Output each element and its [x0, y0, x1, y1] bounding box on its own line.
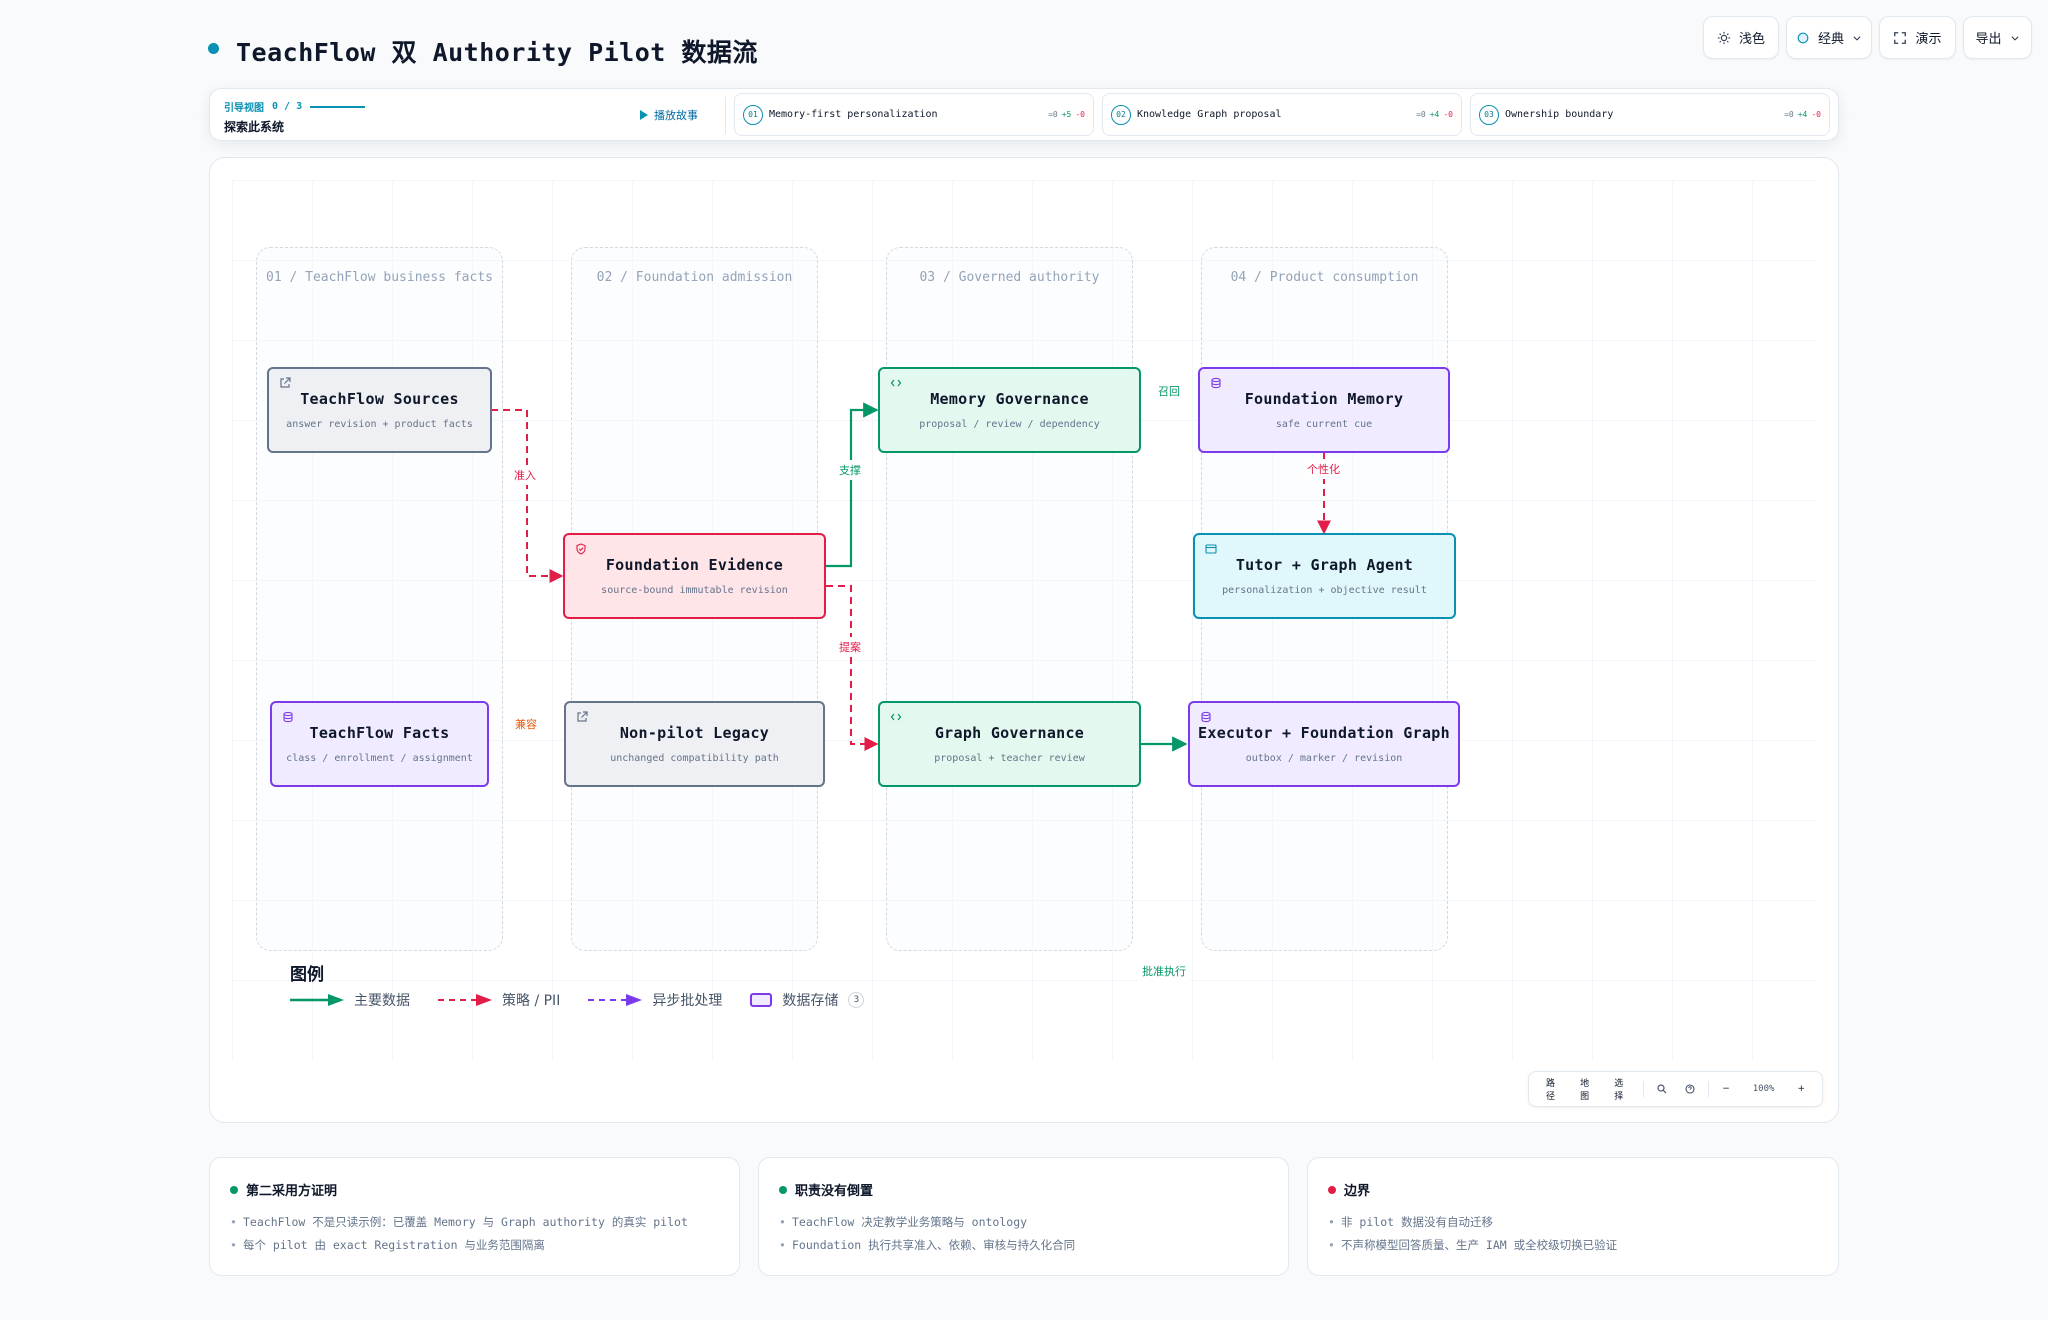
toolbar-divider: [1643, 1081, 1645, 1097]
card-boundary: 边界 非 pilot 数据没有自动迁移 不声称模型回答质量、生产 IAM 或全校…: [1307, 1157, 1839, 1276]
database-icon: [1201, 711, 1211, 723]
help-button[interactable]: [1676, 1084, 1704, 1094]
zoom-out-button[interactable]: −: [1713, 1084, 1739, 1094]
edge-label-admit: 准入: [510, 465, 540, 485]
card-second-adopter: 第二采用方证明 TeachFlow 不是只读示例：已覆盖 Memory 与 Gr…: [209, 1157, 740, 1276]
code-icon: [890, 713, 902, 721]
zoom-in-button[interactable]: +: [1788, 1084, 1814, 1094]
legend-policy: 策略 / PII: [438, 990, 560, 1010]
legend-store-count: 3: [848, 992, 865, 1008]
node-subtitle: class / enrollment / assignment: [286, 753, 473, 764]
edge-label-compat: 兼容: [511, 714, 541, 734]
card-header: 边界: [1328, 1180, 1818, 1199]
node-title: TeachFlow Facts: [309, 724, 450, 742]
list-item: TeachFlow 决定教学业务策略与 ontology: [779, 1211, 1268, 1234]
node-teachflow-sources[interactable]: TeachFlow Sources answer revision + prod…: [267, 367, 492, 453]
edge-sources-to-evidence: [491, 409, 564, 583]
legend-store-label: 数据存储: [782, 993, 839, 1009]
node-subtitle: outbox / marker / revision: [1245, 753, 1403, 764]
edge-label-personalize: 个性化: [1303, 459, 1344, 479]
node-teachflow-facts[interactable]: TeachFlow Facts class / enrollment / ass…: [270, 701, 489, 787]
status-dot: [230, 1185, 238, 1194]
list-item: 不声称模型回答质量、生产 IAM 或全校级切换已验证: [1328, 1234, 1818, 1257]
card-responsibility: 职责没有倒置 TeachFlow 决定教学业务策略与 ontology Foun…: [758, 1157, 1289, 1276]
list-item: 每个 pilot 由 exact Registration 与业务范围隔离: [230, 1234, 719, 1257]
card-list: 非 pilot 数据没有自动迁移 不声称模型回答质量、生产 IAM 或全校级切换…: [1328, 1211, 1818, 1257]
legend-async-label: 异步批处理: [652, 993, 723, 1009]
external-link-icon: [280, 377, 291, 388]
canvas-toolbar: 路径 地图 选择 − 100% +: [1528, 1071, 1823, 1107]
node-graph-governance[interactable]: Graph Governance proposal + teacher revi…: [878, 701, 1141, 787]
legend-async-arrow: [588, 994, 643, 1006]
edge-label-support: 支撑: [835, 460, 865, 480]
legend-title: 图例: [290, 965, 324, 985]
node-subtitle: proposal / review / dependency: [919, 419, 1100, 430]
select-button[interactable]: 选择: [1605, 1076, 1639, 1102]
list-item: TeachFlow 不是只读示例：已覆盖 Memory 与 Graph auth…: [230, 1211, 719, 1234]
node-title: Foundation Memory: [1244, 390, 1404, 408]
edge-label-approve: 批准执行: [1138, 961, 1190, 981]
edge-label-propose: 提案: [835, 637, 865, 657]
search-button[interactable]: [1648, 1084, 1676, 1094]
help-icon: [1685, 1084, 1695, 1094]
node-foundation-evidence[interactable]: Foundation Evidence source-bound immutab…: [563, 533, 826, 619]
node-subtitle: answer revision + product facts: [286, 419, 473, 430]
zoom-level: 100%: [1752, 1084, 1775, 1094]
node-title: Foundation Evidence: [605, 556, 784, 574]
card-title: 边界: [1344, 1184, 1371, 1199]
node-title: Non-pilot Legacy: [619, 724, 770, 742]
node-title: Executor + Foundation Graph: [1198, 724, 1450, 742]
node-subtitle: source-bound immutable revision: [601, 585, 788, 596]
list-item: 非 pilot 数据没有自动迁移: [1328, 1211, 1818, 1234]
map-button[interactable]: 地图: [1571, 1076, 1605, 1102]
edge-label-recall: 召回: [1154, 381, 1184, 401]
node-title: Memory Governance: [930, 390, 1089, 408]
legend-main: 主要数据: [290, 990, 410, 1010]
card-list: TeachFlow 决定教学业务策略与 ontology Foundation …: [779, 1211, 1268, 1257]
legend-store-swatch: [750, 993, 773, 1007]
node-title: Tutor + Graph Agent: [1235, 556, 1414, 574]
card-title: 第二采用方证明: [246, 1184, 338, 1199]
legend-main-label: 主要数据: [354, 993, 410, 1009]
status-dot: [1328, 1185, 1336, 1194]
status-dot: [779, 1185, 787, 1194]
node-subtitle: proposal + teacher review: [934, 753, 1085, 764]
database-icon: [1211, 377, 1221, 389]
node-memory-governance[interactable]: Memory Governance proposal / review / de…: [878, 367, 1141, 453]
external-link-icon: [577, 711, 588, 722]
node-title: Graph Governance: [934, 724, 1085, 742]
legend-main-arrow: [290, 994, 344, 1006]
edge-evidence-to-memory-gov: [826, 402, 879, 568]
list-item: Foundation 执行共享准入、依赖、审核与持久化合同: [779, 1234, 1268, 1257]
legend-policy-arrow: [438, 994, 492, 1006]
shield-icon: [576, 543, 586, 555]
card-list: TeachFlow 不是只读示例：已覆盖 Memory 与 Graph auth…: [230, 1211, 719, 1257]
node-foundation-memory[interactable]: Foundation Memory safe current cue: [1198, 367, 1450, 453]
path-button[interactable]: 路径: [1537, 1076, 1571, 1102]
card-header: 职责没有倒置: [779, 1180, 1268, 1199]
node-non-pilot-legacy[interactable]: Non-pilot Legacy unchanged compatibility…: [564, 701, 825, 787]
legend-policy-label: 策略 / PII: [502, 993, 561, 1009]
code-icon: [890, 379, 902, 387]
node-tutor-graph-agent[interactable]: Tutor + Graph Agent personalization + ob…: [1193, 533, 1456, 619]
edges-layer: [491, 402, 1331, 752]
database-icon: [283, 711, 293, 723]
node-subtitle: personalization + objective result: [1222, 585, 1427, 596]
legend-async: 异步批处理: [588, 990, 722, 1010]
legend: 主要数据 策略 / PII 异步批处理 数据存储 3: [290, 990, 882, 1010]
search-icon: [1657, 1084, 1667, 1094]
node-subtitle: unchanged compatibility path: [610, 753, 779, 764]
node-title: TeachFlow Sources: [300, 390, 459, 408]
node-executor-foundation-graph[interactable]: Executor + Foundation Graph outbox / mar…: [1188, 701, 1460, 787]
legend-store: 数据存储 3: [750, 990, 865, 1010]
window-icon: [1205, 544, 1217, 554]
card-header: 第二采用方证明: [230, 1180, 719, 1199]
card-title: 职责没有倒置: [795, 1184, 874, 1199]
edge-evidence-to-graph-gov: [826, 585, 879, 751]
toolbar-divider: [1708, 1081, 1710, 1097]
node-subtitle: safe current cue: [1275, 419, 1373, 430]
